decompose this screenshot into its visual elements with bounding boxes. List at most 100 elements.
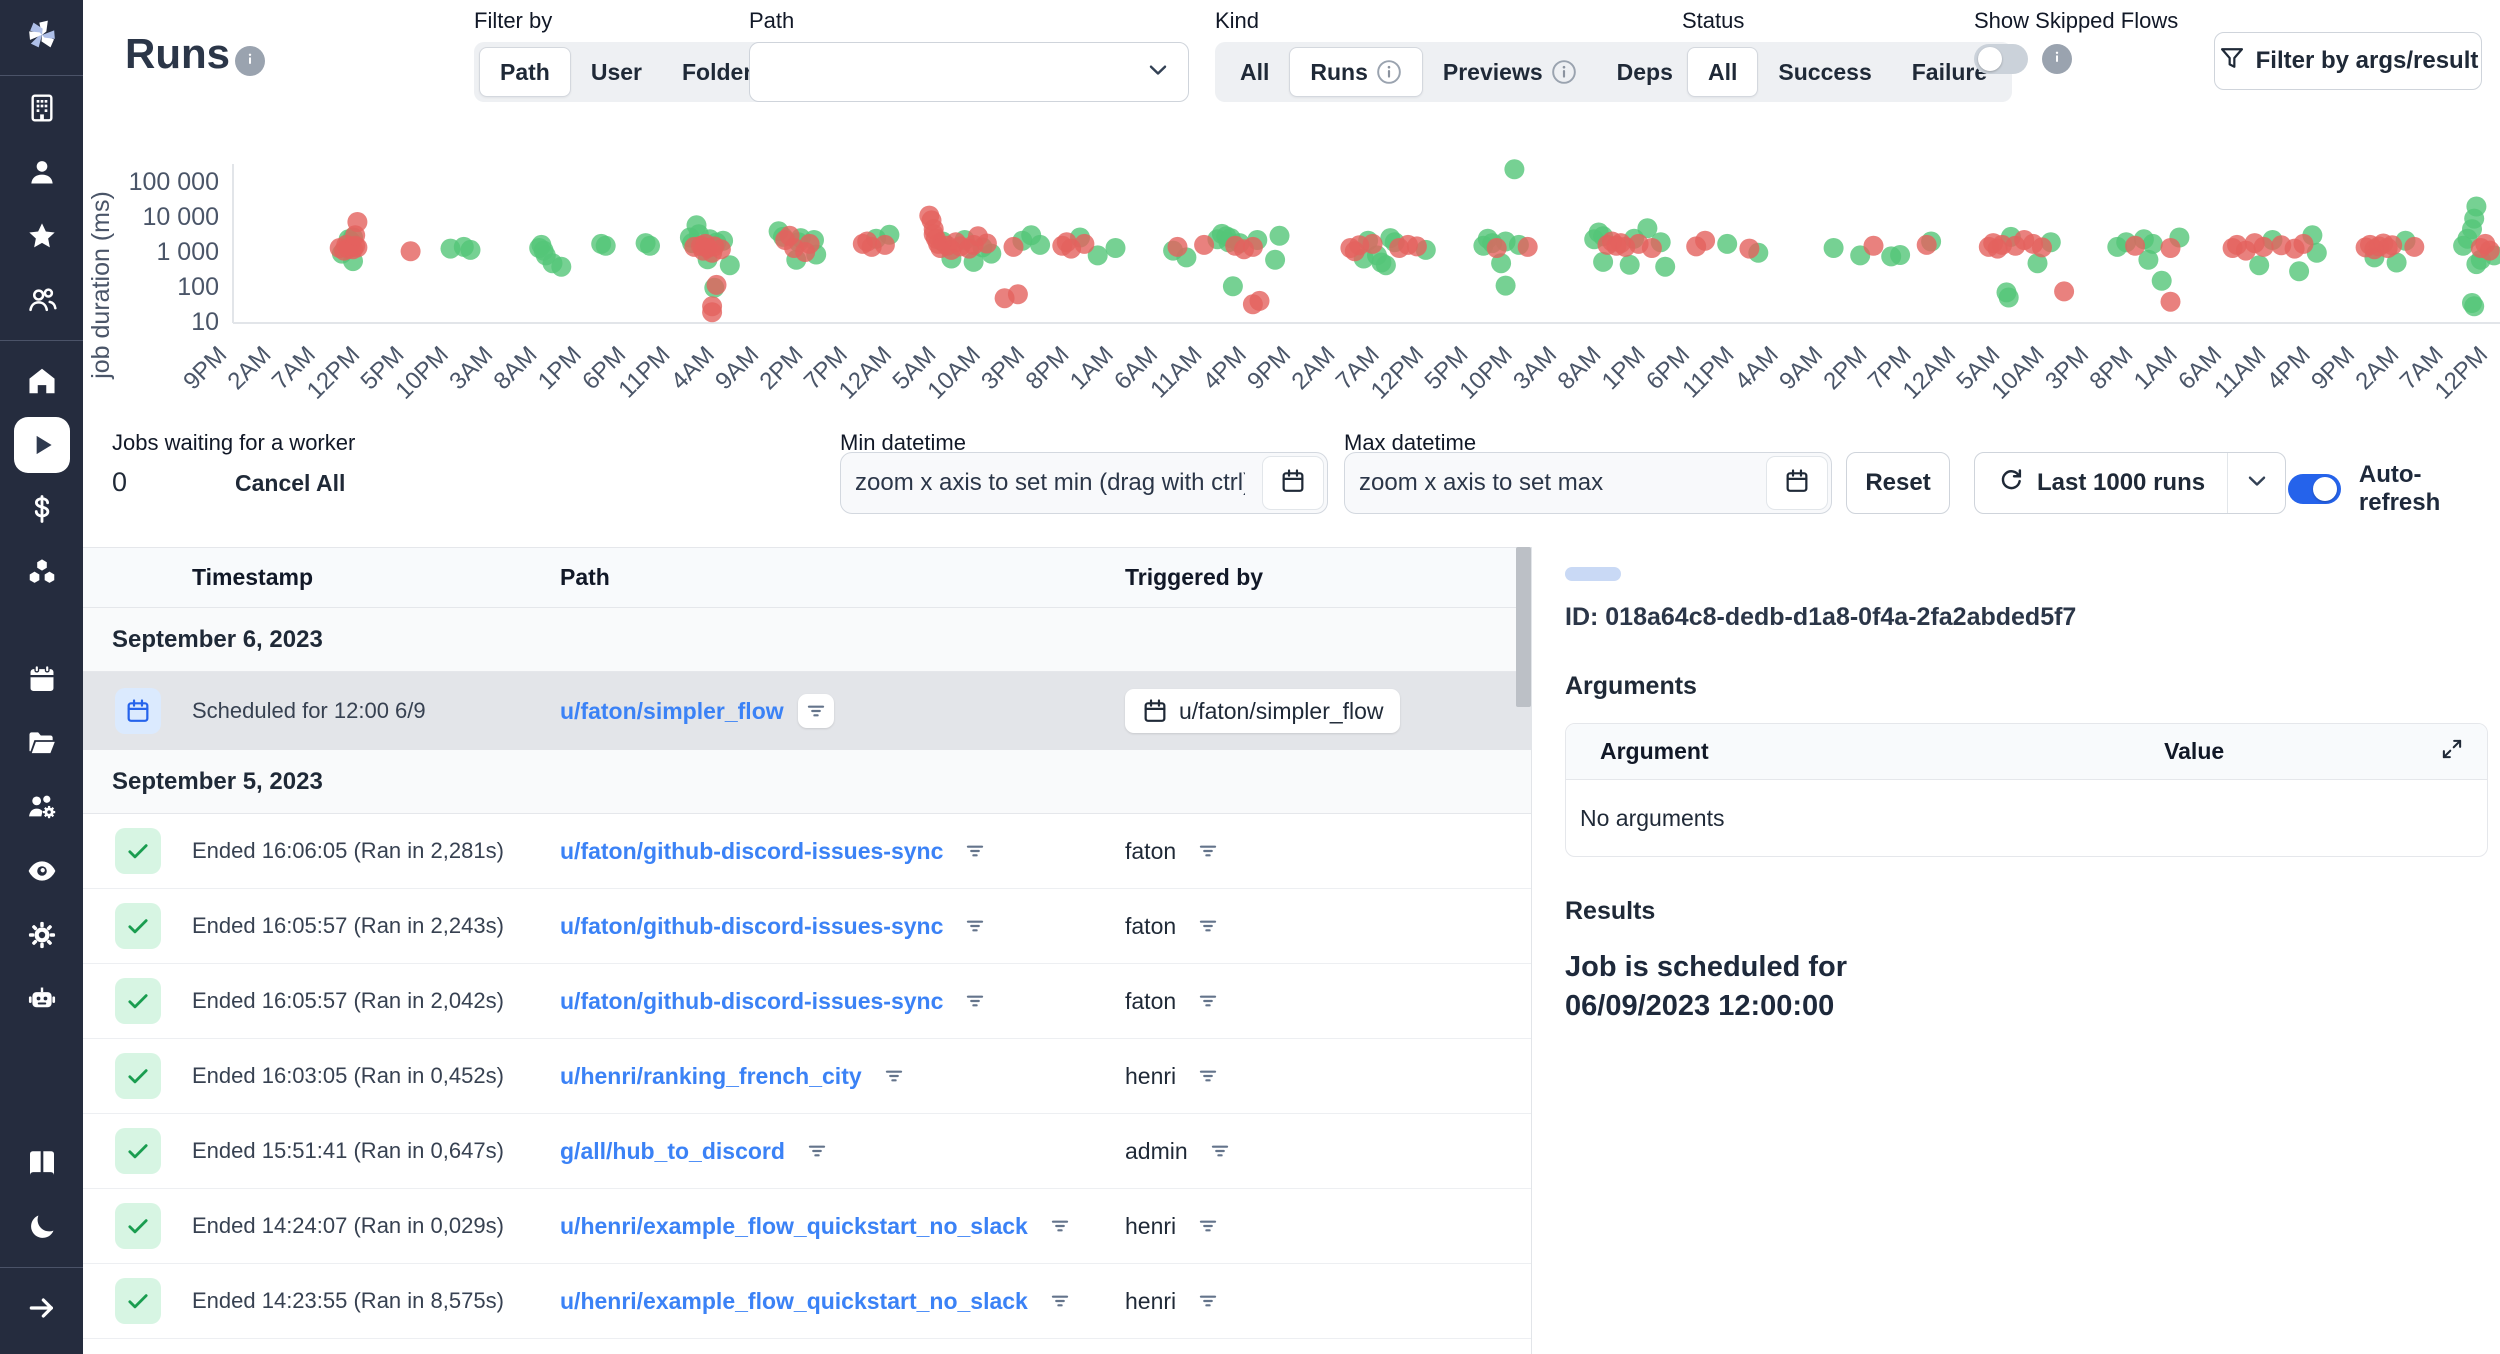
filter-by-path-button[interactable] [876, 1059, 912, 1093]
windmill-logo[interactable] [0, 0, 83, 76]
chart-point-failure[interactable] [800, 234, 820, 254]
chart-point-failure[interactable] [977, 234, 997, 254]
run-path-link[interactable]: u/faton/github-discord-issues-sync [560, 988, 943, 1015]
chart-point-failure[interactable] [1168, 237, 1188, 257]
sidebar-item-gear[interactable] [0, 903, 83, 967]
chart-point-success[interactable] [2466, 197, 2486, 217]
sidebar-item-eye[interactable] [0, 839, 83, 903]
filter-by-user-button[interactable] [1190, 909, 1226, 943]
kind-runs[interactable]: Runs [1289, 47, 1423, 97]
sidebar-item-robot[interactable] [0, 967, 83, 1031]
filter-by-path-button[interactable] [957, 984, 993, 1018]
chart-point-failure[interactable] [2161, 292, 2181, 312]
chart-point-success[interactable] [1593, 252, 1613, 272]
chart-point-success[interactable] [1223, 276, 1243, 296]
filter-by-path-button[interactable] [1042, 1284, 1078, 1318]
sidebar-item-cubes[interactable] [0, 541, 83, 605]
chart-point-failure[interactable] [2054, 281, 2074, 301]
run-row[interactable]: Ended 16:05:57 (Ran in 2,042s) u/faton/g… [83, 964, 1531, 1039]
chart-point-success[interactable] [1655, 257, 1675, 277]
chart-point-failure[interactable] [875, 235, 895, 255]
chart-point-success[interactable] [1890, 245, 1910, 265]
chart-point-success[interactable] [461, 240, 481, 260]
chart-point-failure[interactable] [1194, 235, 1214, 255]
min-datetime-input[interactable] [841, 453, 1259, 513]
run-path-link[interactable]: u/henri/example_flow_quickstart_no_slack [560, 1288, 1028, 1315]
chart-point-failure[interactable] [1243, 237, 1263, 257]
filter-by-path-button[interactable] [957, 909, 993, 943]
run-row[interactable]: Ended 16:05:57 (Ran in 2,243s) u/faton/g… [83, 889, 1531, 964]
status-success[interactable]: Success [1758, 47, 1891, 97]
chart-point-failure[interactable] [711, 239, 731, 259]
min-datetime-calendar-button[interactable] [1262, 456, 1324, 510]
chart-point-failure[interactable] [2404, 237, 2424, 257]
filter-by-user-button[interactable] [1190, 1059, 1226, 1093]
filter-by-path-button[interactable] [957, 834, 993, 868]
chart-point-success[interactable] [1620, 255, 1640, 275]
chart-point-failure[interactable] [1363, 234, 1383, 254]
chart-point-success[interactable] [1999, 288, 2019, 308]
run-row[interactable]: Scheduled for 12:00 6/9 u/faton/simpler_… [83, 672, 1531, 750]
run-path-link[interactable]: u/faton/github-discord-issues-sync [560, 838, 943, 865]
sidebar-item-star[interactable] [0, 204, 83, 268]
chart-point-failure[interactable] [347, 212, 367, 232]
sidebar-item-user[interactable] [0, 140, 83, 204]
chart-point-success[interactable] [1376, 255, 1396, 275]
chart-point-success[interactable] [1496, 276, 1516, 296]
chart-point-success[interactable] [2289, 261, 2309, 281]
run-path-link[interactable]: u/henri/example_flow_quickstart_no_slack [560, 1213, 1028, 1240]
chart-point-failure[interactable] [1864, 236, 1884, 256]
title-info-icon[interactable] [235, 46, 265, 76]
filter-by-user-button[interactable] [1190, 984, 1226, 1018]
status-all[interactable]: All [1687, 47, 1758, 97]
filter-by-path-button[interactable] [798, 694, 834, 728]
run-path-link[interactable]: u/henri/ranking_french_city [560, 1063, 862, 1090]
chart-point-failure[interactable] [1407, 236, 1427, 256]
sidebar-item-folder[interactable] [0, 711, 83, 775]
kind-previews[interactable]: Previews [1423, 47, 1597, 97]
sidebar-item-moon[interactable] [0, 1195, 83, 1259]
table-scrollbar[interactable] [1516, 547, 1532, 1354]
chart-point-success[interactable] [1106, 238, 1126, 258]
path-select[interactable] [749, 42, 1189, 102]
max-datetime-input[interactable] [1345, 453, 1763, 513]
run-row[interactable]: Ended 16:06:05 (Ran in 2,281s) u/faton/g… [83, 814, 1531, 889]
chart-point-success[interactable] [1824, 238, 1844, 258]
expand-icon[interactable] [2417, 736, 2487, 768]
last-runs-button[interactable]: Last 1000 runs [1975, 453, 2227, 513]
sidebar-item-play[interactable] [0, 413, 83, 477]
chart-point-failure[interactable] [2382, 235, 2402, 255]
chart-point-failure[interactable] [1250, 291, 1270, 311]
duration-chart[interactable]: job duration (ms)101001 00010 000100 000… [83, 150, 2500, 420]
chart-point-success[interactable] [2152, 271, 2172, 291]
run-path-link[interactable]: u/faton/simpler_flow [560, 698, 784, 725]
sidebar-item-home[interactable] [0, 349, 83, 413]
run-row[interactable]: Ended 14:23:55 (Ran in 8,575s) u/henri/e… [83, 1264, 1531, 1339]
chart-point-failure[interactable] [1487, 238, 1507, 258]
filter-by-user-button[interactable] [1190, 834, 1226, 868]
sidebar-item-calendar[interactable] [0, 647, 83, 711]
filter-by-user-button[interactable] [1190, 1284, 1226, 1318]
chart-point-failure[interactable] [1739, 239, 1759, 259]
filter-by-user-button[interactable] [1202, 1134, 1238, 1168]
chart-point-success[interactable] [1270, 226, 1290, 246]
show-skipped-toggle[interactable] [1974, 44, 2028, 74]
sidebar-item-arrow-right[interactable] [0, 1276, 83, 1340]
chart-point-failure[interactable] [2294, 234, 2314, 254]
run-row[interactable]: Ended 16:03:05 (Ran in 0,452s) u/henri/r… [83, 1039, 1531, 1114]
kind-all[interactable]: All [1220, 47, 1289, 97]
chart-point-failure[interactable] [2161, 238, 2181, 258]
filter-by-path[interactable]: Path [479, 47, 571, 97]
filter-by-path-button[interactable] [799, 1134, 835, 1168]
chart-point-success[interactable] [551, 257, 571, 277]
chart-point-failure[interactable] [1004, 237, 1024, 257]
sidebar-item-book[interactable] [0, 1131, 83, 1195]
chart-point-failure[interactable] [707, 275, 727, 295]
auto-refresh-toggle[interactable] [2288, 474, 2341, 504]
triggered-by-badge[interactable]: u/faton/simpler_flow [1125, 689, 1400, 733]
run-row[interactable]: Ended 14:24:07 (Ran in 0,029s) u/henri/e… [83, 1189, 1531, 1264]
chart-point-failure[interactable] [2125, 236, 2145, 256]
last-runs-menu-button[interactable] [2227, 453, 2285, 513]
reset-button[interactable]: Reset [1846, 452, 1950, 514]
chart-point-failure[interactable] [401, 241, 421, 261]
